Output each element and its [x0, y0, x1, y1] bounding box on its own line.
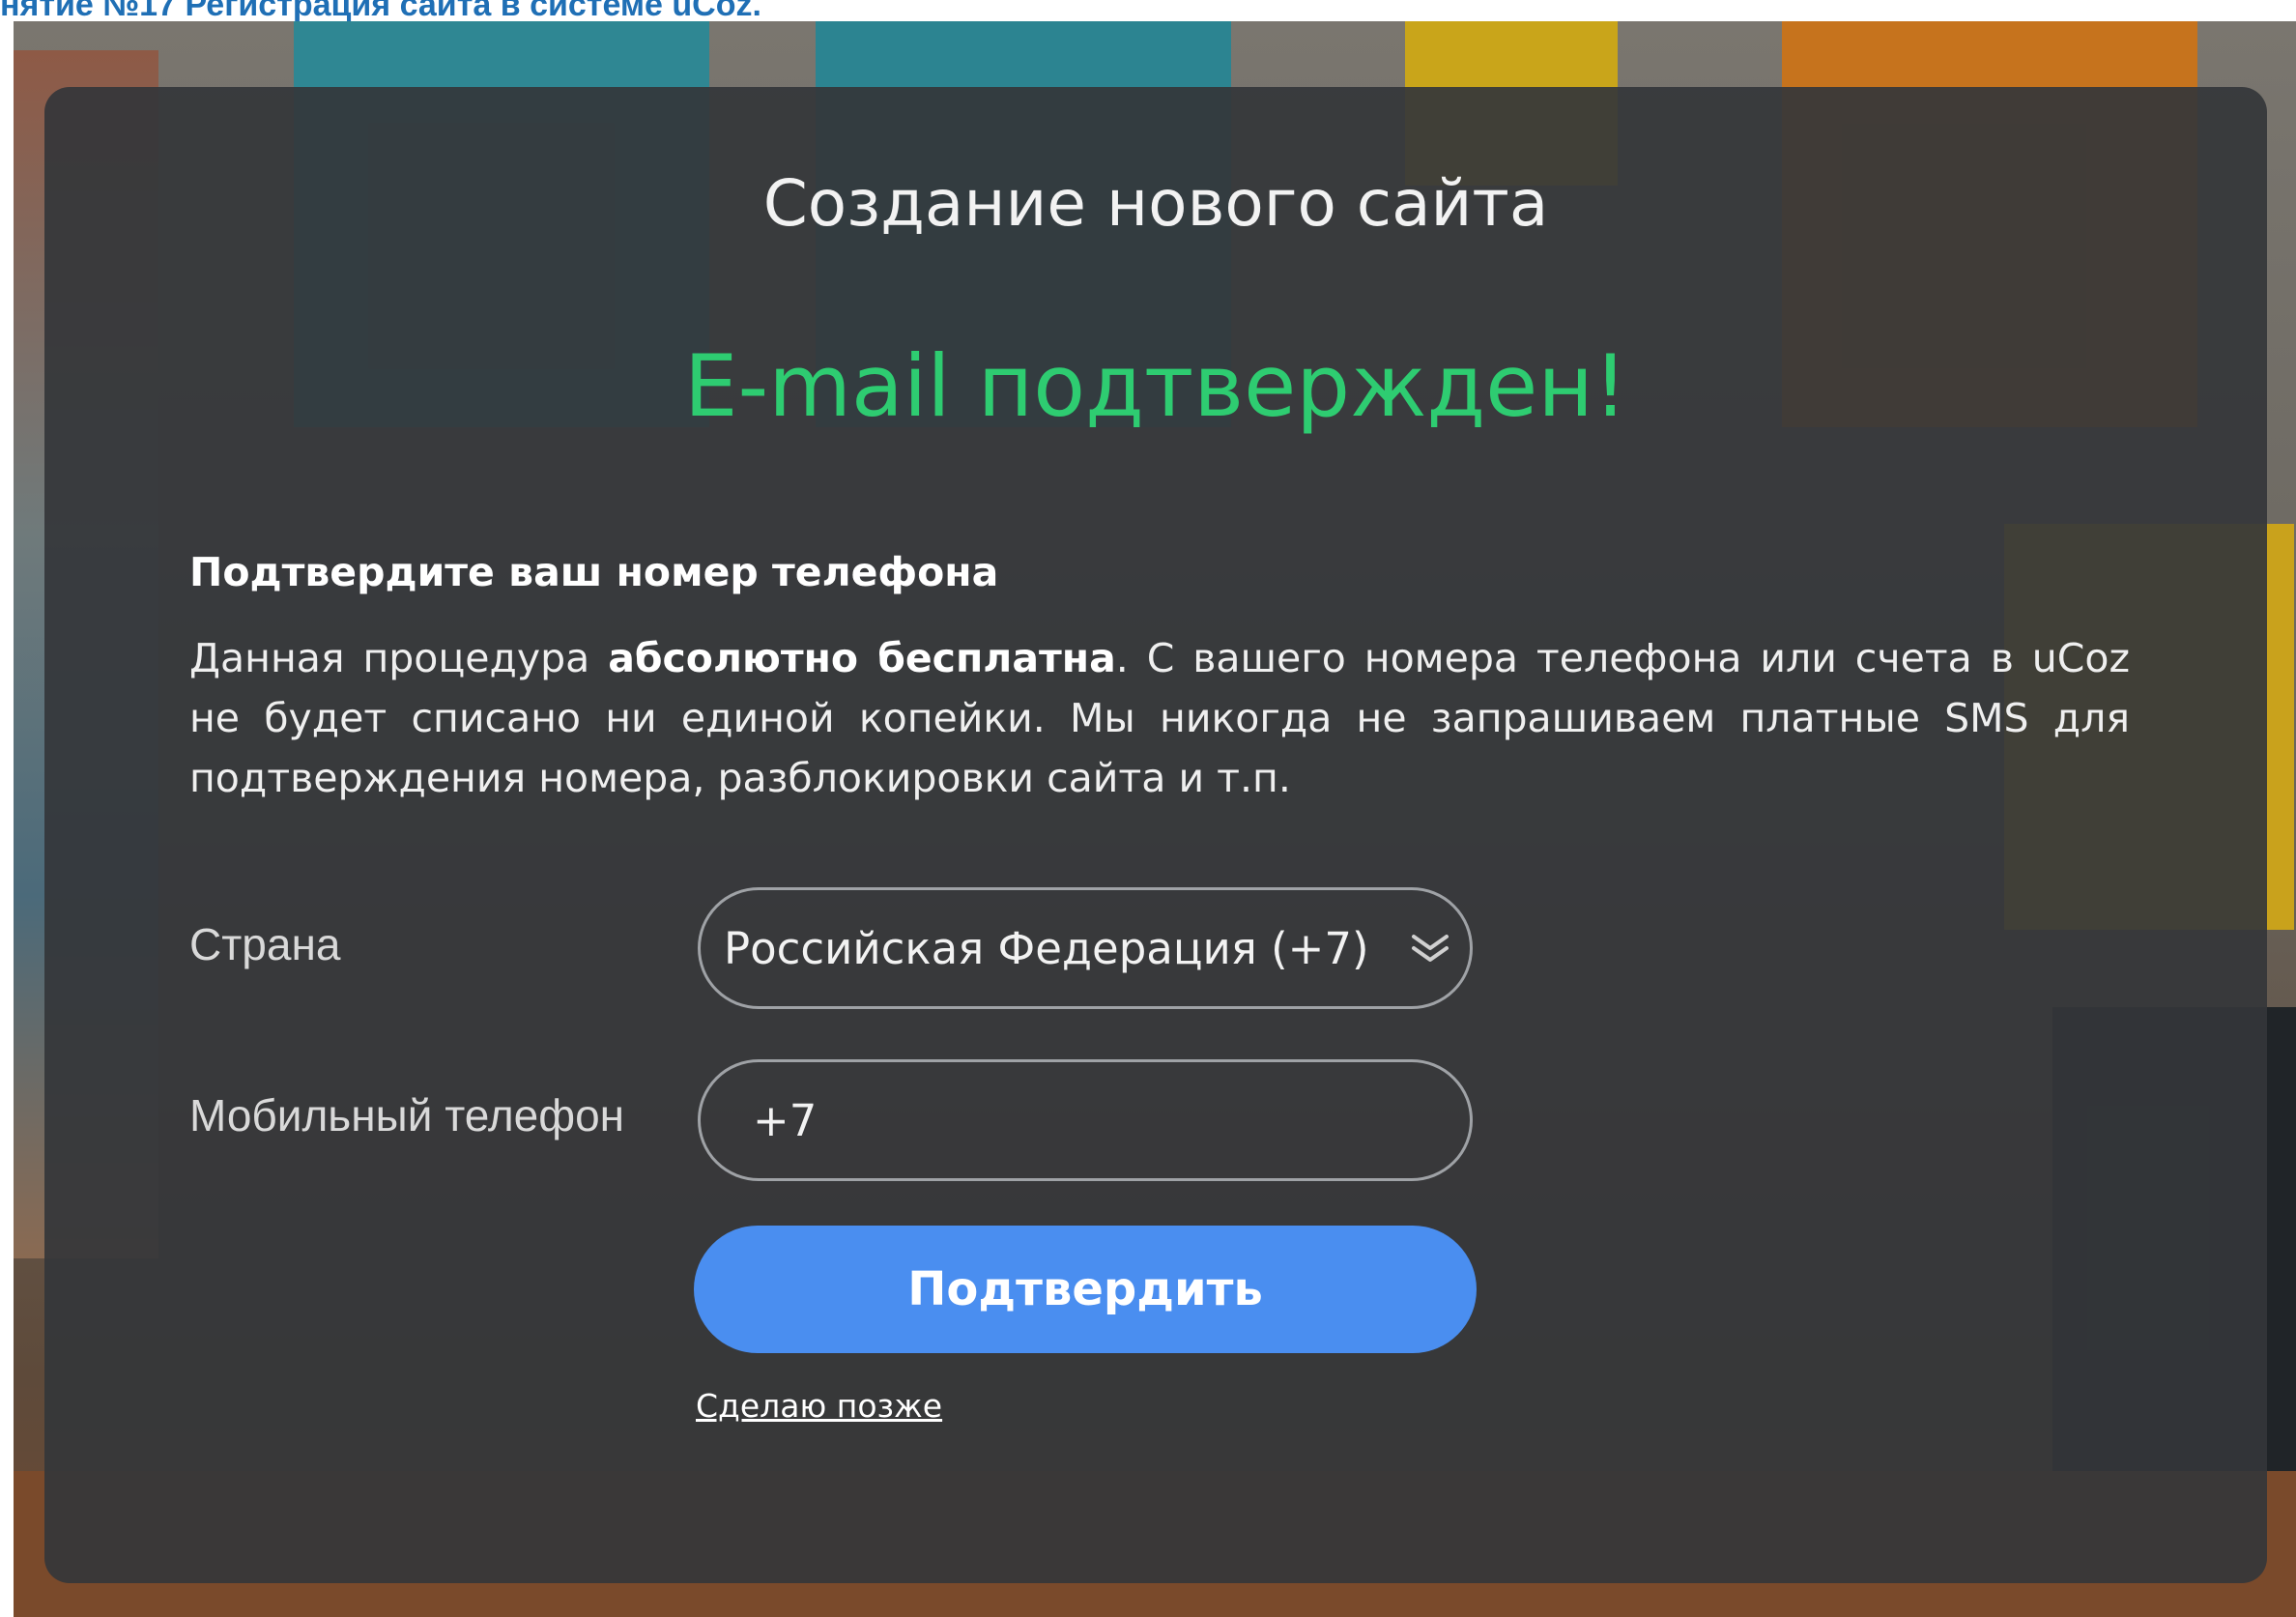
country-select-value: Российская Федерация (+7): [724, 923, 1369, 974]
country-label: Страна: [189, 919, 341, 969]
phone-confirm-heading: Подтвердите ваш номер телефона: [189, 549, 999, 595]
confirm-button[interactable]: Подтвердить: [694, 1226, 1477, 1353]
country-select[interactable]: Российская Федерация (+7): [698, 887, 1473, 1009]
description-part-1: Данная процедура: [189, 635, 609, 681]
caption-text: нятие №17 Регистрация сайта в системе uC…: [0, 0, 761, 21]
phone-input[interactable]: [698, 1059, 1473, 1181]
do-later-link[interactable]: Сделаю позже: [696, 1387, 942, 1425]
phone-label: Мобильный телефон: [189, 1090, 625, 1141]
document-caption: нятие №17 Регистрация сайта в системе uC…: [0, 0, 2203, 21]
double-chevron-down-icon: [1412, 935, 1449, 962]
description-bold: абсолютно бесплатна: [608, 635, 1116, 681]
email-confirmed-message: E-mail подтвержден!: [683, 336, 1628, 436]
site-creation-dialog: Создание нового сайта E-mail подтвержден…: [44, 87, 2267, 1583]
dialog-title: Создание нового сайта: [762, 166, 1549, 241]
phone-confirm-description: Данная процедура абсолютно бесплатна. С …: [189, 628, 2130, 808]
